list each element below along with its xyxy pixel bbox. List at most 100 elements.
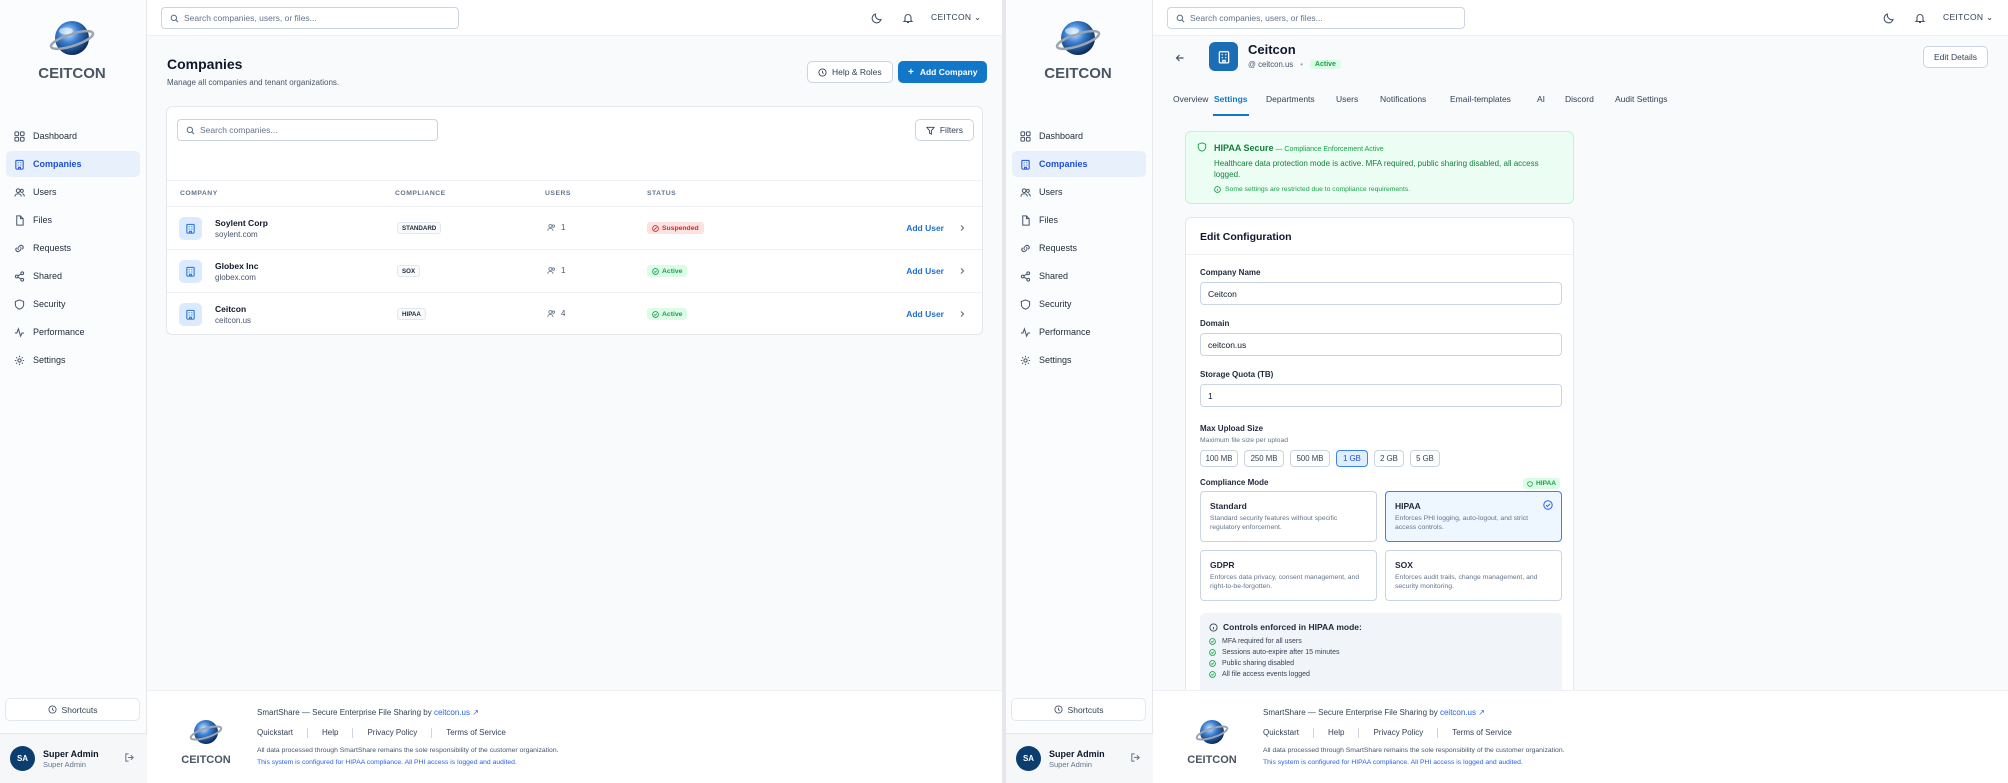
footer-link-terms[interactable]: Terms of Service: [1452, 728, 1512, 738]
sidebar-item-settings[interactable]: Settings: [6, 347, 140, 373]
compliance-option-hipaa[interactable]: HIPAA Enforces PHI logging, auto-logout,…: [1385, 491, 1562, 542]
global-search-input[interactable]: Search companies, users, or files...: [1167, 7, 1465, 29]
sidebar-item-companies[interactable]: Companies: [6, 151, 140, 177]
moon-icon[interactable]: [871, 12, 883, 24]
tab-users[interactable]: Users: [1336, 94, 1358, 104]
footer: CEITCON SmartShare — Secure Enterprise F…: [147, 690, 1002, 783]
sidebar-item-companies[interactable]: Companies: [1012, 151, 1146, 177]
gear-icon: [14, 355, 25, 365]
footer-link-privacy[interactable]: Privacy Policy: [1373, 728, 1423, 738]
user-profile[interactable]: SA Super Admin Super Admin: [0, 733, 147, 783]
footer-link-privacy[interactable]: Privacy Policy: [367, 728, 417, 738]
sidebar-item-shared[interactable]: Shared: [6, 263, 140, 289]
bell-icon[interactable]: [1914, 12, 1926, 24]
footer-link-quickstart[interactable]: Quickstart: [1263, 728, 1299, 738]
compliance-option-standard[interactable]: Standard Standard security features with…: [1200, 491, 1377, 542]
upload-option-500mb[interactable]: 500 MB: [1290, 450, 1330, 467]
sidebar-item-label: Shared: [33, 271, 63, 281]
chevron-right-icon[interactable]: [958, 224, 966, 232]
shortcuts-button[interactable]: Shortcuts: [5, 698, 140, 721]
chevron-right-icon[interactable]: [958, 310, 966, 318]
shield-icon: [1527, 480, 1533, 487]
footer-disclaimer: All data processed through SmartShare re…: [257, 747, 559, 754]
max-upload-label: Max Upload Size: [1200, 424, 1264, 433]
ceitcon-logo[interactable]: CEITCON: [26, 18, 118, 82]
add-user-button[interactable]: Add User: [906, 309, 944, 319]
column-header: COMPANY: [180, 190, 218, 197]
sidebar-item-files[interactable]: Files: [6, 207, 140, 233]
moon-icon[interactable]: [1883, 12, 1895, 24]
tab-audit-settings[interactable]: Audit Settings: [1615, 94, 1667, 104]
footer-link-quickstart[interactable]: Quickstart: [257, 728, 293, 738]
filters-button[interactable]: Filters: [914, 119, 974, 141]
sidebar-item-requests[interactable]: Requests: [6, 235, 140, 261]
company-name: Ceitcon: [215, 304, 247, 314]
ceitcon-logo[interactable]: CEITCON: [1032, 18, 1124, 82]
tenant-switcher[interactable]: CEITCON ⌄: [1943, 12, 1993, 23]
sidebar-item-security[interactable]: Security: [6, 291, 140, 317]
upload-size-options: 100 MB 250 MB 500 MB 1 GB 2 GB 5 GB: [1200, 450, 1562, 467]
upload-option-5gb[interactable]: 5 GB: [1410, 450, 1440, 467]
tab-ai[interactable]: AI: [1537, 94, 1545, 104]
tab-discord[interactable]: Discord: [1565, 94, 1594, 104]
sidebar-item-dashboard[interactable]: Dashboard: [1012, 123, 1146, 149]
chevron-right-icon[interactable]: [958, 267, 966, 275]
table-row[interactable]: Soylent Corp soylent.com STANDARD 1 Susp…: [167, 206, 982, 249]
sidebar-item-users[interactable]: Users: [1012, 179, 1146, 205]
footer-link-terms[interactable]: Terms of Service: [446, 728, 506, 738]
footer-domain-link[interactable]: ceitcon.us: [1440, 708, 1476, 717]
logout-icon[interactable]: [1130, 752, 1141, 763]
plus-icon: +: [908, 66, 914, 78]
shortcuts-button[interactable]: Shortcuts: [1011, 698, 1146, 721]
table-row[interactable]: Ceitcon ceitcon.us HIPAA 4 Active Add Us…: [167, 292, 982, 335]
footer-link-help[interactable]: Help: [322, 728, 338, 738]
sidebar-item-dashboard[interactable]: Dashboard: [6, 123, 140, 149]
compliance-option-sox[interactable]: SOX Enforces audit trails, change manage…: [1385, 550, 1562, 601]
sidebar-item-security[interactable]: Security: [1012, 291, 1146, 317]
logout-icon[interactable]: [124, 752, 135, 763]
tenant-switcher[interactable]: CEITCON ⌄: [931, 12, 981, 23]
edit-details-button[interactable]: Edit Details: [1923, 46, 1988, 68]
svg-text:CEITCON: CEITCON: [181, 754, 231, 766]
tab-departments[interactable]: Departments: [1266, 94, 1315, 104]
sidebar-item-users[interactable]: Users: [6, 179, 140, 205]
add-user-button[interactable]: Add User: [906, 223, 944, 233]
domain-field[interactable]: ceitcon.us: [1200, 333, 1562, 356]
tab-settings[interactable]: Settings: [1214, 94, 1248, 104]
company-detail-window: CEITCON Dashboard Companies Users Files: [1006, 0, 2008, 783]
sidebar-item-requests[interactable]: Requests: [1012, 235, 1146, 261]
tab-overview[interactable]: Overview: [1173, 94, 1208, 104]
upload-option-100mb[interactable]: 100 MB: [1200, 450, 1238, 467]
tab-email-templates[interactable]: Email-templates: [1450, 94, 1511, 104]
back-arrow-icon[interactable]: [1175, 53, 1185, 63]
alert-icon: [652, 224, 659, 232]
check-circle-icon: [1209, 660, 1216, 667]
sidebar-item-shared[interactable]: Shared: [1012, 263, 1146, 289]
sidebar-item-files[interactable]: Files: [1012, 207, 1146, 233]
upload-option-250mb[interactable]: 250 MB: [1244, 450, 1284, 467]
bell-icon[interactable]: [902, 12, 914, 24]
footer-domain-link[interactable]: ceitcon.us: [434, 708, 470, 717]
tab-notifications[interactable]: Notifications: [1380, 94, 1426, 104]
company-domain: @ ceitcon.us: [1248, 60, 1294, 69]
sidebar-item-performance[interactable]: Performance: [6, 319, 140, 345]
help-roles-button[interactable]: Help & Roles: [807, 61, 893, 83]
company-meta: @ ceitcon.us • Active: [1248, 60, 1341, 69]
storage-quota-field[interactable]: 1: [1200, 384, 1562, 407]
sidebar-item-performance[interactable]: Performance: [1012, 319, 1146, 345]
add-user-button[interactable]: Add User: [906, 266, 944, 276]
upload-option-2gb[interactable]: 2 GB: [1374, 450, 1404, 467]
activity-icon: [1020, 326, 1031, 338]
user-profile[interactable]: SA Super Admin Super Admin: [1006, 733, 1153, 783]
company-search-input[interactable]: Search companies...: [177, 119, 438, 141]
footer-link-help[interactable]: Help: [1328, 728, 1344, 738]
compliance-option-gdpr[interactable]: GDPR Enforces data privacy, consent mana…: [1200, 550, 1377, 601]
add-company-button[interactable]: + Add Company: [898, 61, 988, 83]
check-circle-icon: [652, 267, 659, 275]
sidebar-item-settings[interactable]: Settings: [1012, 347, 1146, 373]
upload-option-1gb[interactable]: 1 GB: [1336, 450, 1368, 467]
company-name-field[interactable]: Ceitcon: [1200, 282, 1562, 305]
global-search-input[interactable]: Search companies, users, or files...: [161, 7, 459, 29]
avatar: SA: [1016, 746, 1041, 771]
table-row[interactable]: Globex Inc globex.com SOX 1 Active Add U…: [167, 249, 982, 292]
